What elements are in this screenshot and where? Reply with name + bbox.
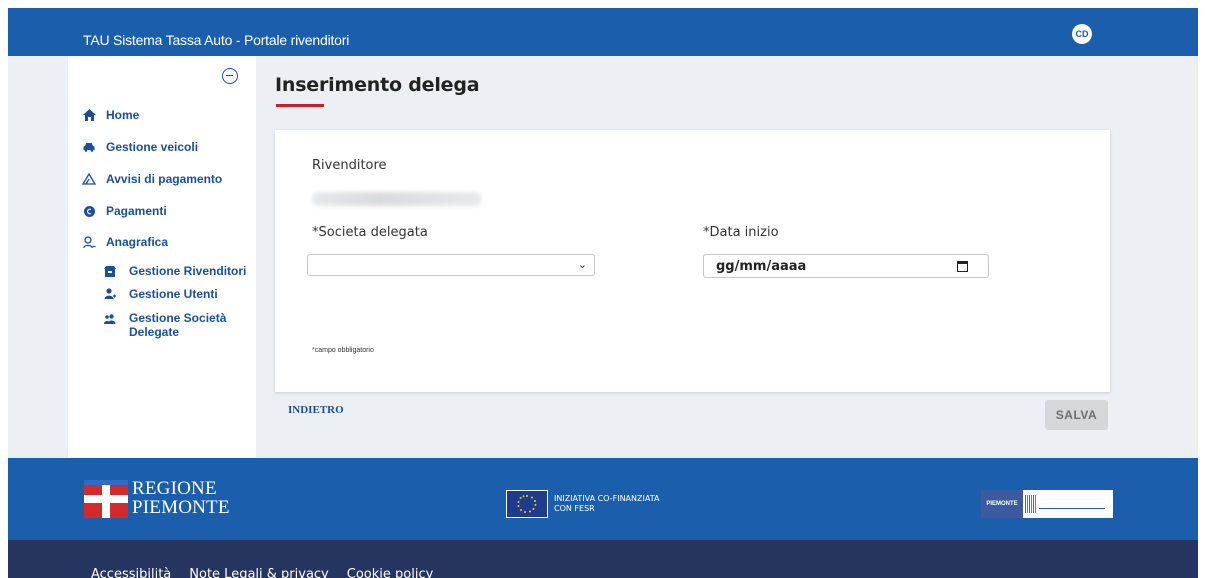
note-legali-link[interactable]: Note Legali & privacy [189,567,328,578]
sidebar-item-home[interactable]: Home [82,108,139,122]
sidebar-item-societa[interactable]: Gestione Società Delegate [103,311,239,339]
region-line1: REGIONE [132,478,217,499]
date-placeholder: gg/mm/aaaa [716,259,807,274]
sidebar-item-label: Home [106,108,140,122]
sidebar-item-label: Avvisi di pagamento [106,172,223,186]
sidebar-item-anagrafica[interactable]: Anagrafica [82,235,168,249]
car-icon [82,140,96,154]
save-button[interactable]: SALVA [1045,400,1108,430]
rivenditore-label: Rivenditore [312,158,387,173]
collapse-sidebar-icon[interactable] [222,68,238,84]
footer-links-bar: Accessibilità Note Legali & privacy Cook… [8,540,1198,578]
sidebar-item-label: Gestione Utenti [129,287,218,301]
add-user-icon [103,287,117,301]
sidebar-item-pagamenti[interactable]: Pagamenti [82,204,167,218]
piemonte-flag-icon [84,480,128,518]
cookie-policy-link[interactable]: Cookie policy [347,567,434,578]
group-icon [103,312,117,326]
sidebar-item-rivenditori[interactable]: Gestione Rivenditori [103,264,246,278]
sidebar-item-label: Gestione Società Delegate [129,311,227,339]
back-button[interactable]: INDIETRO [288,404,344,416]
title-underline [276,104,324,107]
sidebar-item-label: Gestione veicoli [106,140,199,154]
top-header: TAU Sistema Tassa Auto - Portale rivendi… [8,8,1198,56]
person-icon [82,235,96,249]
stripes-decoration [1025,495,1037,513]
sidebar: Home Gestione veicoli Avvisi di pagament… [68,56,256,458]
eu-fesr-logo: INIZIATIVA CO-FINANZIATA CON FESR [506,490,659,518]
eu-flag-icon [506,490,548,518]
page-title: Inserimento delega [275,74,480,96]
data-inizio-label: *Data inizio [703,225,779,240]
sidebar-item-veicoli[interactable]: Gestione veicoli [82,140,198,154]
sidebar-item-label: Anagrafica [106,235,169,249]
warning-triangle-icon [82,172,96,186]
eu-line2: CON FESR [554,504,595,513]
chevron-down-icon: ⌄ [577,259,587,271]
accessibilita-link[interactable]: Accessibilità [91,567,171,578]
sidebar-item-label: Gestione Rivenditori [129,264,247,278]
home-icon [82,108,96,122]
sidebar-item-label: Pagamenti [106,204,167,218]
partner-logo: PIEMONTE [981,490,1113,518]
form-card: Rivenditore *Societa delegata ⌄ *Data in… [275,130,1110,392]
app-window: TAU Sistema Tassa Auto - Portale rivendi… [8,8,1198,578]
calendar-icon[interactable] [957,261,968,272]
required-note: *campo obbligatorio [312,347,374,354]
regione-piemonte-logo[interactable]: REGIONE PIEMONTE [84,479,229,522]
sidebar-item-avvisi[interactable]: Avvisi di pagamento [82,172,222,186]
data-inizio-input[interactable]: gg/mm/aaaa [703,254,989,278]
footer-logos: REGIONE PIEMONTE INIZIATIVA CO-FINANZIAT… [8,458,1198,540]
societa-select[interactable]: ⌄ [307,254,595,276]
sidebar-item-utenti[interactable]: Gestione Utenti [103,287,218,301]
partner-logo-text: PIEMONTE [981,490,1023,518]
partner-line [1039,508,1105,509]
user-avatar[interactable]: CD [1072,24,1092,44]
app-title: TAU Sistema Tassa Auto - Portale rivendi… [83,32,350,48]
rivenditore-value-redacted [312,192,482,206]
region-line2: PIEMONTE [132,497,230,518]
societa-label: *Societa delegata [312,225,428,240]
eu-line1: INIZIATIVA CO-FINANZIATA [554,494,660,503]
shop-icon [103,264,117,278]
euro-coin-icon [82,204,96,218]
